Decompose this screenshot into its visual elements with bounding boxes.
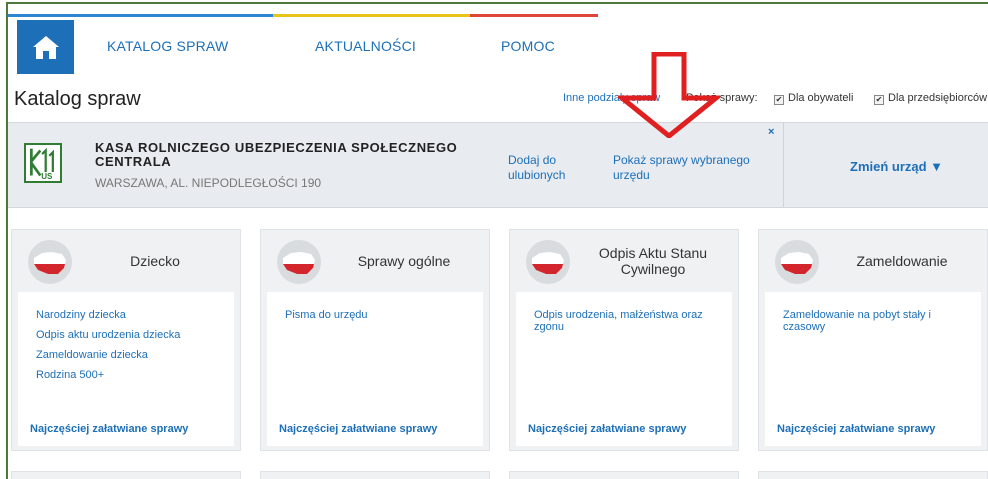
nav-color-line-blue (8, 14, 273, 17)
category-card-partial[interactable] (509, 471, 739, 479)
add-to-favorites-link[interactable]: Dodaj do ulubionych (508, 153, 578, 183)
card-title[interactable]: Dziecko (78, 230, 232, 292)
filter-citizens-label: Dla obywateli (788, 92, 854, 104)
nav-pomoc[interactable]: POMOC (501, 38, 555, 54)
filter-entrepreneurs-label: Dla przedsiębiorców (888, 92, 988, 104)
show-office-cases-link[interactable]: Pokaż sprawy wybranego urzędu (613, 153, 778, 183)
entrepreneurs-checkbox[interactable]: ✔ (874, 95, 884, 105)
category-card-partial[interactable] (758, 471, 988, 479)
krus-logo: US (24, 143, 62, 183)
card-header[interactable]: Zameldowanie (759, 230, 987, 292)
svg-text:US: US (41, 172, 53, 181)
card-link[interactable]: Odpis urodzenia, małżeństwa oraz zgonu (534, 309, 724, 333)
card-link[interactable]: Pisma do urzędu (285, 309, 475, 321)
frequent-cases-link[interactable]: Najczęściej załatwiane sprawy (30, 423, 188, 435)
card-title[interactable]: Odpis Aktu Stanu Cywilnego (576, 230, 730, 292)
category-card-partial[interactable] (260, 471, 490, 479)
card-link[interactable]: Odpis aktu urodzenia dziecka (36, 329, 226, 341)
frequent-cases-link[interactable]: Najczęściej załatwiane sprawy (777, 423, 935, 435)
card-header[interactable]: Sprawy ogólne (261, 230, 489, 292)
category-card-sprawy-ogolne[interactable]: Sprawy ogólne Pisma do urzędu Najczęście… (260, 229, 490, 451)
card-link[interactable]: Narodziny dziecka (36, 309, 226, 321)
poland-map-icon (526, 240, 570, 284)
office-address: WARSZAWA, AL. NIEPODLEGŁOŚCI 190 (95, 176, 322, 190)
nav-color-line-red (470, 14, 598, 17)
nav-color-line-yellow (273, 14, 470, 17)
frequent-cases-link[interactable]: Najczęściej załatwiane sprawy (528, 423, 686, 435)
category-card-dziecko[interactable]: Dziecko Narodziny dziecka Odpis aktu uro… (11, 229, 241, 451)
category-card-partial[interactable] (11, 471, 241, 479)
card-link[interactable]: Zameldowanie na pobyt stały i czasowy (783, 309, 973, 333)
office-name: KASA ROLNICZEGO UBEZPIECZENIA SPOŁECZNEG… (95, 140, 458, 169)
card-title[interactable]: Sprawy ogólne (327, 230, 481, 292)
page-title: Katalog spraw (14, 88, 141, 110)
card-header[interactable]: Dziecko (12, 230, 240, 292)
office-divider (783, 123, 784, 207)
top-navigation: KATALOG SPRAW AKTUALNOŚCI POMOC (8, 6, 988, 74)
category-card-zameldowanie[interactable]: Zameldowanie Zameldowanie na pobyt stały… (758, 229, 988, 451)
card-header[interactable]: Odpis Aktu Stanu Cywilnego (510, 230, 738, 292)
home-button[interactable] (17, 20, 74, 74)
card-title[interactable]: Zameldowanie (825, 230, 979, 292)
close-icon[interactable]: × (768, 126, 774, 138)
card-link[interactable]: Zameldowanie dziecka (36, 349, 226, 361)
nav-aktualnosci[interactable]: AKTUALNOŚCI (315, 38, 416, 54)
card-link[interactable]: Rodzina 500+ (36, 369, 226, 381)
change-office-button[interactable]: Zmień urząd ▼ (850, 159, 943, 174)
frequent-cases-link[interactable]: Najczęściej załatwiane sprawy (279, 423, 437, 435)
filter-citizens[interactable]: ✔ Dla obywateli (774, 92, 853, 105)
category-card-odpis-aktu[interactable]: Odpis Aktu Stanu Cywilnego Odpis urodzen… (509, 229, 739, 451)
poland-map-icon (28, 240, 72, 284)
poland-map-icon (775, 240, 819, 284)
home-icon (32, 36, 59, 59)
selected-office-panel: US KASA ROLNICZEGO UBEZPIECZENIA SPOŁECZ… (8, 122, 988, 208)
nav-katalog-spraw[interactable]: KATALOG SPRAW (107, 38, 228, 54)
red-arrow-annotation (618, 52, 720, 138)
citizens-checkbox[interactable]: ✔ (774, 95, 784, 105)
filter-entrepreneurs[interactable]: ✔ Dla przedsiębiorców (874, 92, 987, 105)
poland-map-icon (277, 240, 321, 284)
